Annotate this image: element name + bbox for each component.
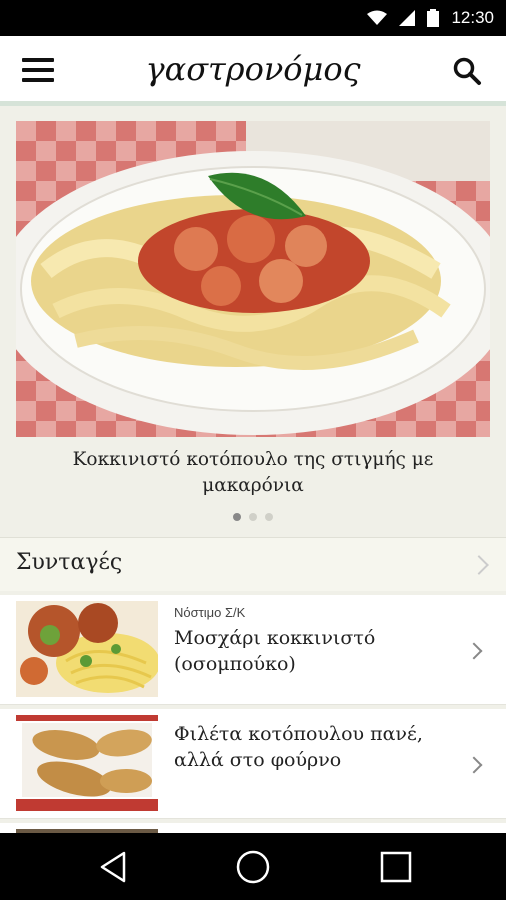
- search-icon[interactable]: [452, 56, 482, 86]
- carousel-indicator: [0, 513, 506, 521]
- recipe-thumbnail: [16, 601, 158, 697]
- home-circle-icon[interactable]: [235, 849, 271, 885]
- list-item[interactable]: Νόστιμο Σ/Κ Μοσχάρι κοκκινιστό (οσομπούκ…: [0, 595, 506, 705]
- app-bar: γαστρονόμος: [0, 36, 506, 106]
- list-item[interactable]: Φιλέτα κοτόπουλου πανέ, αλλά στο φούρνο: [0, 709, 506, 819]
- recipe-tag: Νόστιμο Σ/Κ: [174, 605, 246, 620]
- section-header-recipes[interactable]: Συνταγές: [0, 537, 506, 591]
- recipe-title[interactable]: Φιλέτα κοτόπουλου πανέ, αλλά στο φούρνο: [174, 721, 454, 773]
- carousel-dot[interactable]: [249, 513, 257, 521]
- battery-icon: [427, 9, 440, 27]
- recipe-title[interactable]: Μοσχάρι κοκκινιστό (οσομπούκο): [174, 625, 454, 677]
- hero-caption[interactable]: Κοκκινιστό κοτόπουλο της στιγμής με μακα…: [20, 447, 486, 499]
- recipe-thumbnail: [16, 715, 158, 811]
- signal-icon: [399, 10, 416, 26]
- hero-image[interactable]: [16, 121, 490, 437]
- chevron-right-icon: [469, 555, 489, 575]
- hero-carousel[interactable]: Κοκκινιστό κοτόπουλο της στιγμής με μακα…: [0, 111, 506, 535]
- wifi-icon: [367, 10, 388, 25]
- carousel-dot[interactable]: [233, 513, 241, 521]
- back-triangle-icon[interactable]: [96, 849, 132, 885]
- status-bar: 12:30: [0, 0, 506, 36]
- recents-square-icon[interactable]: [378, 849, 414, 885]
- status-time: 12:30: [451, 8, 494, 27]
- system-nav-bar: [0, 833, 506, 900]
- app-logo: γαστρονόμος: [145, 50, 361, 88]
- section-title: Συνταγές: [16, 550, 123, 575]
- carousel-dot[interactable]: [265, 513, 273, 521]
- chevron-right-icon: [465, 756, 483, 774]
- chevron-right-icon: [465, 642, 483, 660]
